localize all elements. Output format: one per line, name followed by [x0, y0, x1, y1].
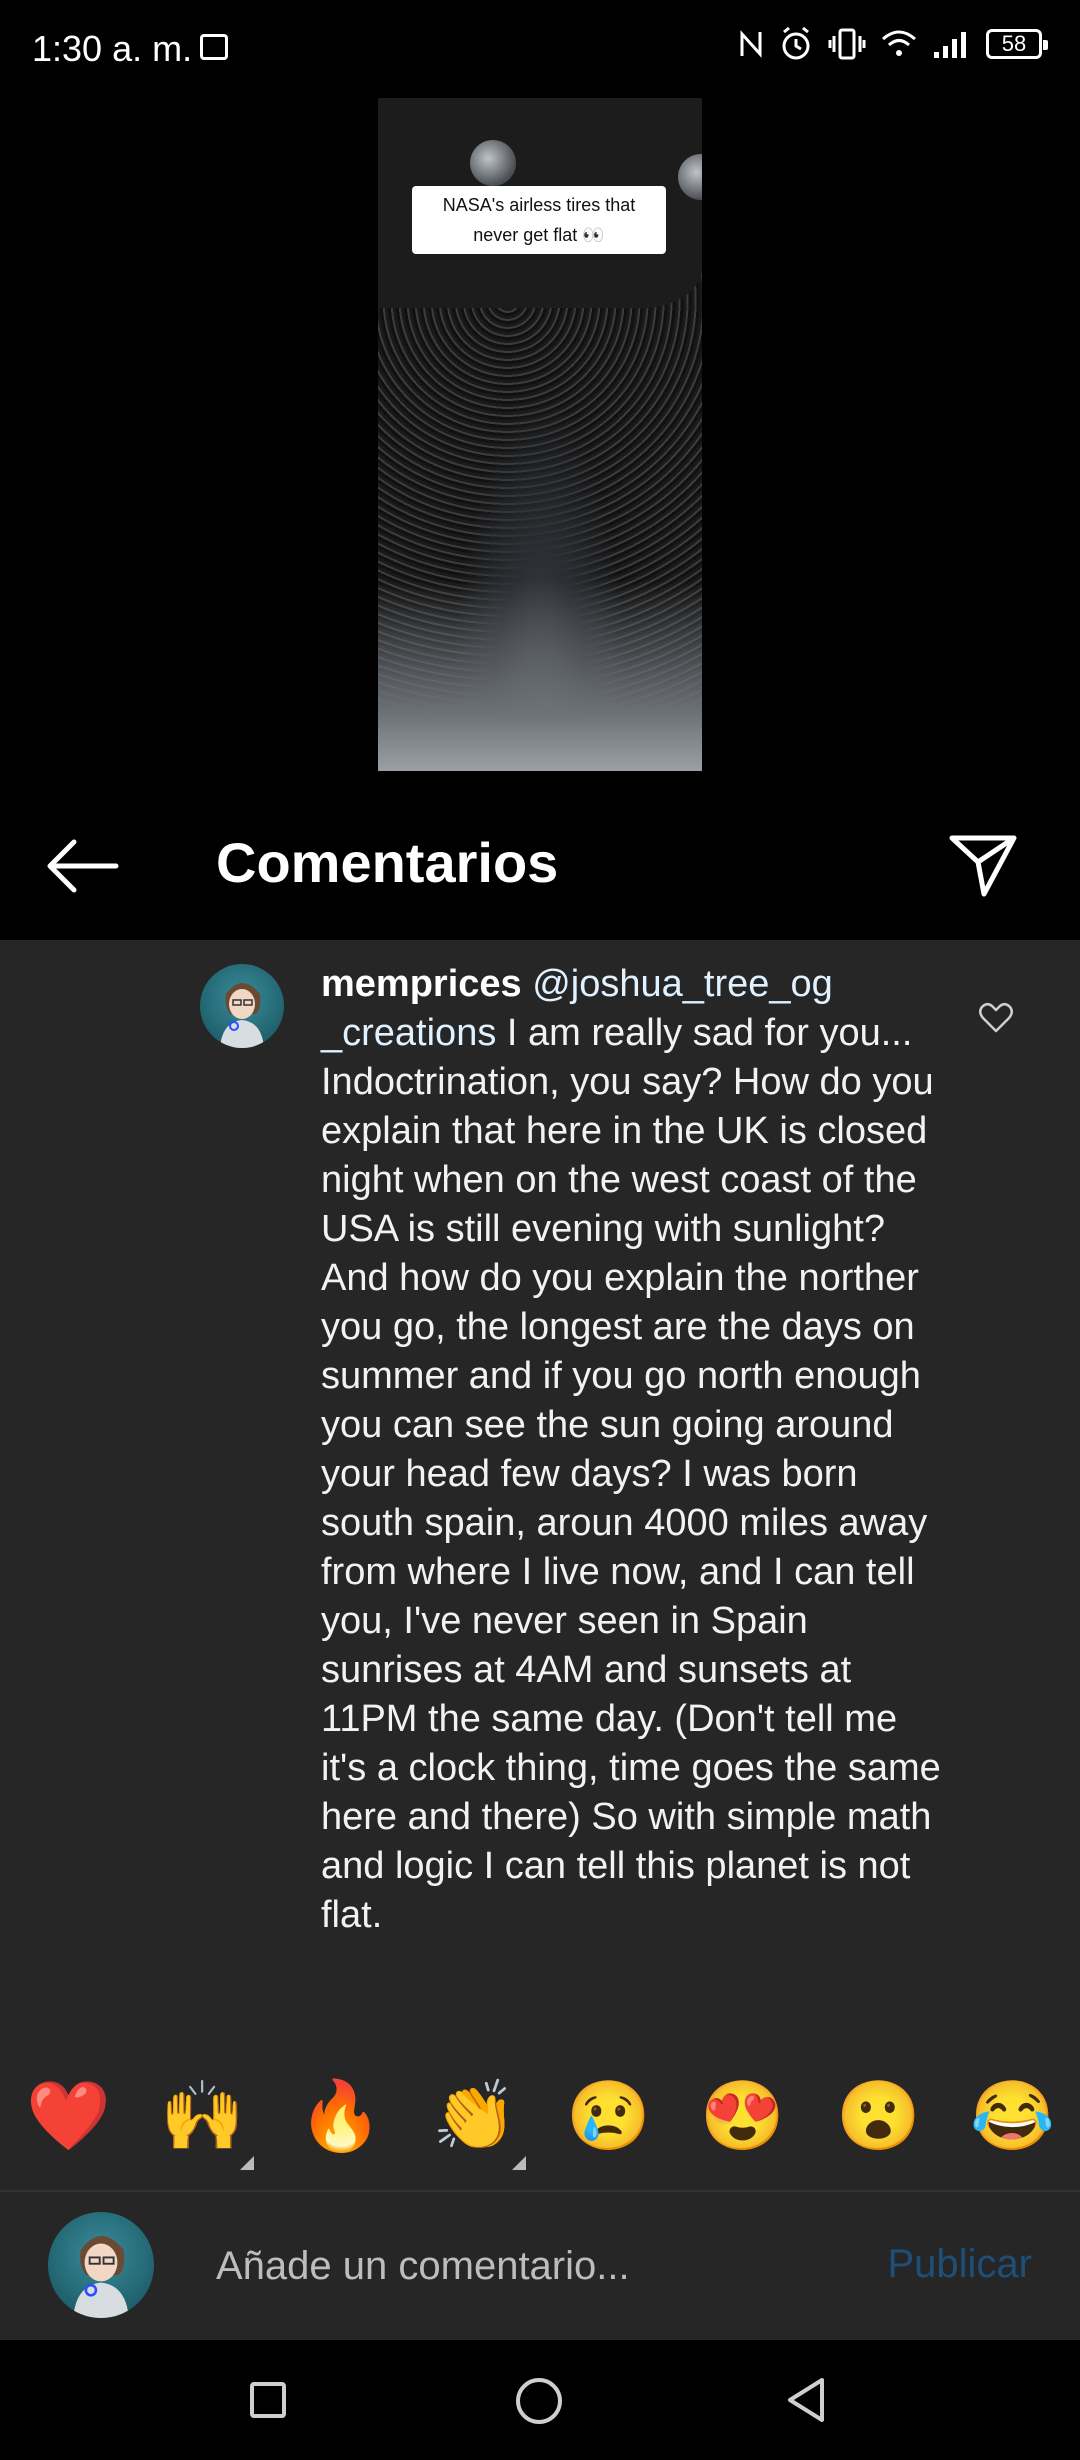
emoji-heart-eyes[interactable]: 😍 — [700, 2076, 785, 2156]
recents-button[interactable] — [250, 2382, 286, 2418]
vibrate-icon — [828, 28, 866, 60]
comment-panel: memprices @joshua_tree_og _creations I a… — [0, 940, 1080, 2190]
system-nav-bar — [0, 2340, 1080, 2460]
comment-username[interactable]: memprices — [321, 963, 522, 1005]
home-button[interactable] — [516, 2378, 562, 2424]
alarm-icon — [782, 26, 810, 60]
battery-level: 58 — [1001, 31, 1027, 56]
heart-icon[interactable] — [978, 1002, 1014, 1034]
video-caption: NASA's airless tires that never get flat… — [412, 186, 666, 254]
emoji-fire[interactable]: 🔥 — [298, 2076, 383, 2156]
emoji-heart[interactable]: ❤️ — [26, 2076, 111, 2156]
status-time: 1:30 a. m. — [32, 28, 193, 69]
comment-body: I am really sad for you... Indoctrinatio… — [321, 1012, 941, 1936]
skin-tone-indicator-icon — [240, 2156, 254, 2170]
avatar-illustration — [73, 2235, 129, 2318]
back-arrow-icon[interactable] — [44, 838, 120, 894]
emoji-raising-hands[interactable]: 🙌 — [160, 2076, 245, 2156]
back-triangle-icon[interactable] — [786, 2376, 826, 2424]
video-road — [378, 581, 702, 771]
avatar — [48, 2212, 154, 2318]
skin-tone-indicator-icon — [512, 2156, 526, 2170]
avatar-illustration — [220, 983, 264, 1048]
status-icons: 58 — [738, 26, 1048, 62]
status-bar: 1:30 a. m. 58 — [0, 0, 1080, 100]
wifi-icon — [882, 30, 916, 56]
publish-button[interactable]: Publicar — [887, 2242, 1032, 2287]
emoji-bar: ❤️ 🙌 🔥 👏 😢 😍 😮 😂 — [0, 2060, 1080, 2170]
comment-composer: Publicar — [0, 2190, 1080, 2340]
send-icon[interactable] — [948, 832, 1018, 898]
emoji-laughing[interactable]: 😂 — [970, 2076, 1055, 2156]
page-title: Comentarios — [216, 831, 559, 894]
emoji-crying[interactable]: 😢 — [566, 2076, 651, 2156]
nfc-icon — [740, 30, 762, 58]
emoji-clapping[interactable]: 👏 — [432, 2076, 517, 2156]
signal-icon — [934, 32, 966, 58]
video-bolt — [470, 140, 516, 186]
avatar[interactable] — [200, 964, 284, 1048]
video-preview[interactable]: NASA's airless tires that never get flat… — [378, 98, 702, 771]
comment-input[interactable] — [216, 2238, 836, 2294]
comment-text: memprices @joshua_tree_og _creations I a… — [321, 960, 951, 1940]
gallery-icon — [200, 34, 228, 60]
comments-header: Comentarios — [0, 808, 1080, 938]
emoji-surprised[interactable]: 😮 — [836, 2076, 921, 2156]
battery-icon: 58 — [986, 29, 1048, 59]
